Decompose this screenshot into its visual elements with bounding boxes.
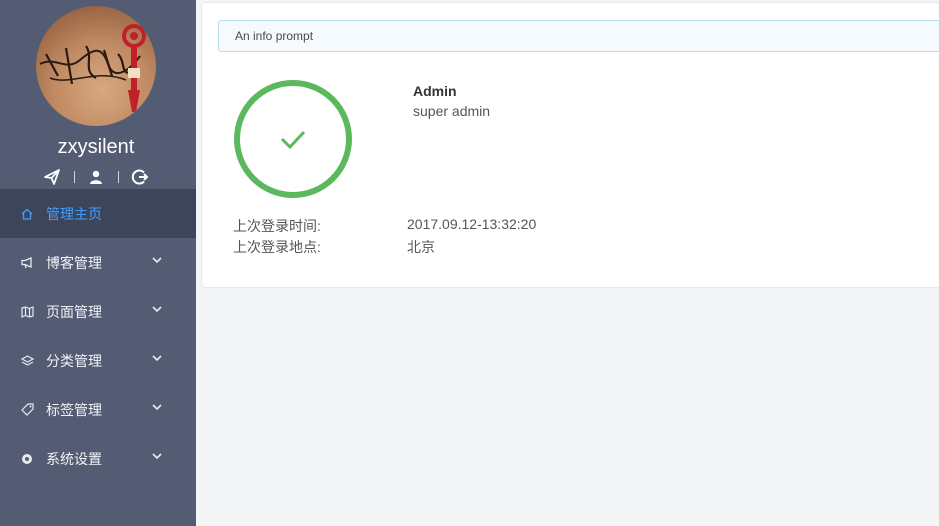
sidebar-item-label: 管理主页 — [46, 205, 102, 222]
sidebar-item-categories[interactable]: 分类管理 — [0, 336, 196, 385]
avatar-signature-image — [39, 24, 146, 112]
gear-icon — [20, 452, 34, 466]
chevron-down-icon — [152, 257, 162, 264]
send-icon[interactable] — [42, 167, 62, 187]
sidebar-item-blog[interactable]: 博客管理 — [0, 238, 196, 287]
sidebar-item-tags[interactable]: 标签管理 — [0, 385, 196, 434]
last-login-place: 北京 — [407, 239, 435, 255]
dashboard-card: An info prompt Admin super admin 上次登录时间:… — [201, 2, 939, 288]
admin-role: super admin — [413, 103, 491, 119]
sidebar-item-settings[interactable]: 系统设置 — [0, 434, 196, 483]
sidebar-item-pages[interactable]: 页面管理 — [0, 287, 196, 336]
chevron-down-icon — [152, 355, 162, 362]
last-login-place-label: 上次登录地点: — [233, 239, 321, 255]
check-icon — [280, 130, 306, 150]
tag-icon — [20, 403, 34, 417]
logout-icon[interactable] — [130, 167, 150, 187]
profile-actions — [42, 167, 150, 187]
chevron-down-icon — [152, 404, 162, 411]
sidebar-menu: 管理主页 博客管理 页面管理 分类管理 标签管理 系统设置 — [0, 189, 196, 483]
sidebar-item-label: 系统设置 — [46, 450, 102, 467]
layers-icon — [20, 354, 34, 368]
chevron-down-icon — [152, 306, 162, 313]
user-icon[interactable] — [86, 167, 106, 187]
avatar[interactable] — [36, 6, 156, 126]
megaphone-icon — [20, 256, 34, 270]
sidebar-item-label: 页面管理 — [46, 303, 102, 320]
divider — [73, 171, 75, 183]
username: zxysilent — [57, 136, 135, 158]
info-prompt-text: An info prompt — [235, 29, 314, 43]
sidebar-item-label: 分类管理 — [46, 352, 102, 369]
last-login-time-label: 上次登录时间: — [233, 218, 321, 234]
chevron-down-icon — [152, 453, 162, 460]
sidebar-item-home[interactable]: 管理主页 — [0, 189, 196, 238]
home-icon — [20, 207, 34, 221]
map-icon — [20, 305, 34, 319]
info-prompt: An info prompt — [218, 20, 939, 52]
admin-name: Admin — [413, 83, 457, 99]
sidebar-item-label: 博客管理 — [46, 254, 102, 271]
sidebar: zxysilent 管理主页 博客管理 页面管理 分类管理 标签管理 系统设置 — [0, 0, 196, 526]
last-login-time: 2017.09.12-13:32:20 — [407, 216, 537, 232]
sidebar-item-label: 标签管理 — [46, 401, 102, 418]
status-ring — [234, 80, 352, 198]
divider — [117, 171, 119, 183]
